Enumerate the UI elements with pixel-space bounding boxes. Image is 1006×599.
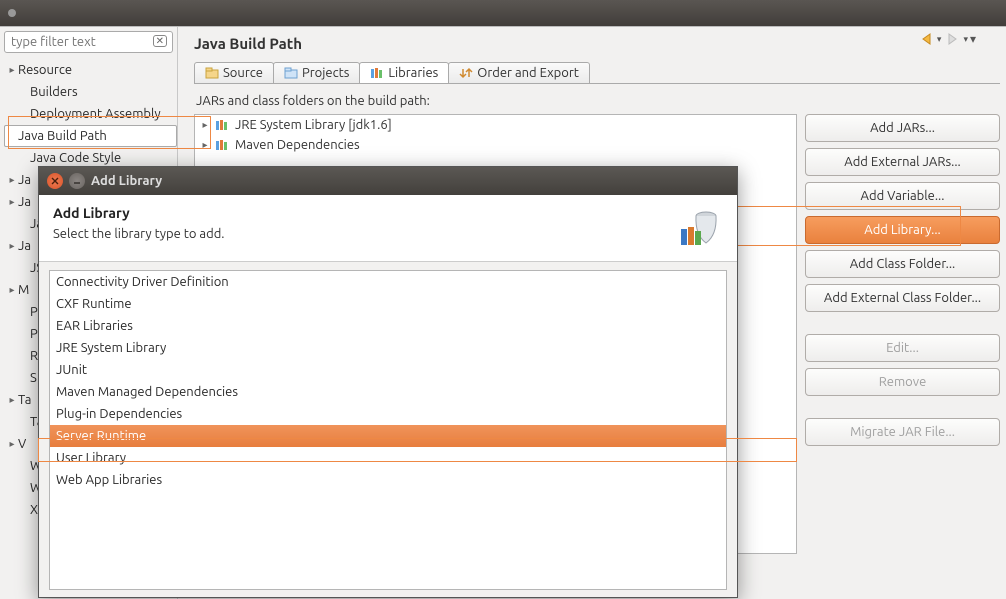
titlebar-dot-icon xyxy=(8,9,16,17)
order-export-icon xyxy=(459,67,473,79)
jar-books-icon xyxy=(679,205,723,247)
add-class-folder-button[interactable]: Add Class Folder... xyxy=(805,250,1000,278)
add-library-dialog: Add Library Add Library Select the libra… xyxy=(38,166,738,598)
add-variable-button[interactable]: Add Variable... xyxy=(805,182,1000,210)
navigation-toolbar: ▾ ▾ ▾ xyxy=(919,31,976,47)
library-row[interactable]: ▸ Maven Dependencies xyxy=(195,135,796,155)
tab-label: Projects xyxy=(302,66,349,80)
library-label: Maven Dependencies xyxy=(235,138,360,152)
tree-item-resource[interactable]: ▸Resource xyxy=(4,59,177,81)
close-icon[interactable] xyxy=(47,173,63,189)
library-label: JRE System Library [jdk1.6] xyxy=(235,118,392,132)
library-type-row[interactable]: JRE System Library xyxy=(50,337,726,359)
library-type-row[interactable]: Web App Libraries xyxy=(50,469,726,491)
edit-button[interactable]: Edit... xyxy=(805,334,1000,362)
build-path-tabs: Source Projects Libraries Order and Expo… xyxy=(194,62,1000,84)
libraries-icon xyxy=(370,67,384,79)
back-menu-icon[interactable]: ▾ xyxy=(937,34,942,45)
view-menu-icon[interactable]: ▾ xyxy=(970,32,976,46)
tab-libraries[interactable]: Libraries xyxy=(359,62,449,83)
tab-label: Source xyxy=(223,66,263,80)
dialog-titlebar[interactable]: Add Library xyxy=(39,167,737,195)
library-type-row-server-runtime[interactable]: Server Runtime xyxy=(50,425,726,447)
source-folder-icon xyxy=(205,67,219,79)
tab-label: Libraries xyxy=(388,66,438,80)
page-title: Java Build Path xyxy=(194,27,1000,62)
tab-order-export[interactable]: Order and Export xyxy=(448,62,590,83)
projects-folder-icon xyxy=(284,67,298,79)
tab-projects[interactable]: Projects xyxy=(273,62,360,83)
filter-input[interactable] xyxy=(4,31,173,53)
libraries-caption: JARs and class folders on the build path… xyxy=(194,84,1000,114)
tab-source[interactable]: Source xyxy=(194,62,274,83)
library-books-icon xyxy=(215,119,231,131)
tab-label: Order and Export xyxy=(477,66,579,80)
library-type-row[interactable]: Connectivity Driver Definition xyxy=(50,271,726,293)
add-external-jars-button[interactable]: Add External JARs... xyxy=(805,148,1000,176)
remove-button[interactable]: Remove xyxy=(805,368,1000,396)
dialog-heading: Add Library xyxy=(53,205,679,221)
add-jars-button[interactable]: Add JARs... xyxy=(805,114,1000,142)
library-type-row[interactable]: User Library xyxy=(50,447,726,469)
add-external-class-folder-button[interactable]: Add External Class Folder... xyxy=(805,284,1000,312)
dialog-banner: Add Library Select the library type to a… xyxy=(39,195,737,262)
library-buttons-column: Add JARs... Add External JARs... Add Var… xyxy=(805,114,1000,554)
forward-menu-icon[interactable]: ▾ xyxy=(963,34,968,45)
migrate-jar-button[interactable]: Migrate JAR File... xyxy=(805,418,1000,446)
library-type-row[interactable]: CXF Runtime xyxy=(50,293,726,315)
library-type-row[interactable]: Plug-in Dependencies xyxy=(50,403,726,425)
tree-item-java-build-path[interactable]: ▸Java Build Path xyxy=(4,125,177,147)
library-type-list[interactable]: Connectivity Driver Definition CXF Runti… xyxy=(49,270,727,590)
back-icon[interactable] xyxy=(919,31,935,47)
library-type-row[interactable]: Maven Managed Dependencies xyxy=(50,381,726,403)
parent-window-titlebar xyxy=(0,0,1006,26)
forward-icon[interactable] xyxy=(945,31,961,47)
clear-filter-icon[interactable]: ✕ xyxy=(153,35,167,47)
dialog-subheading: Select the library type to add. xyxy=(53,227,679,241)
add-library-button[interactable]: Add Library... xyxy=(805,216,1000,244)
library-type-row[interactable]: EAR Libraries xyxy=(50,315,726,337)
library-row[interactable]: ▸ JRE System Library [jdk1.6] xyxy=(195,115,796,135)
library-type-row[interactable]: JUnit xyxy=(50,359,726,381)
minimize-icon[interactable] xyxy=(69,173,85,189)
library-books-icon xyxy=(215,139,231,151)
dialog-title: Add Library xyxy=(91,174,162,188)
tree-item-deployment-assembly[interactable]: ▸Deployment Assembly xyxy=(4,103,177,125)
tree-item-builders[interactable]: ▸Builders xyxy=(4,81,177,103)
